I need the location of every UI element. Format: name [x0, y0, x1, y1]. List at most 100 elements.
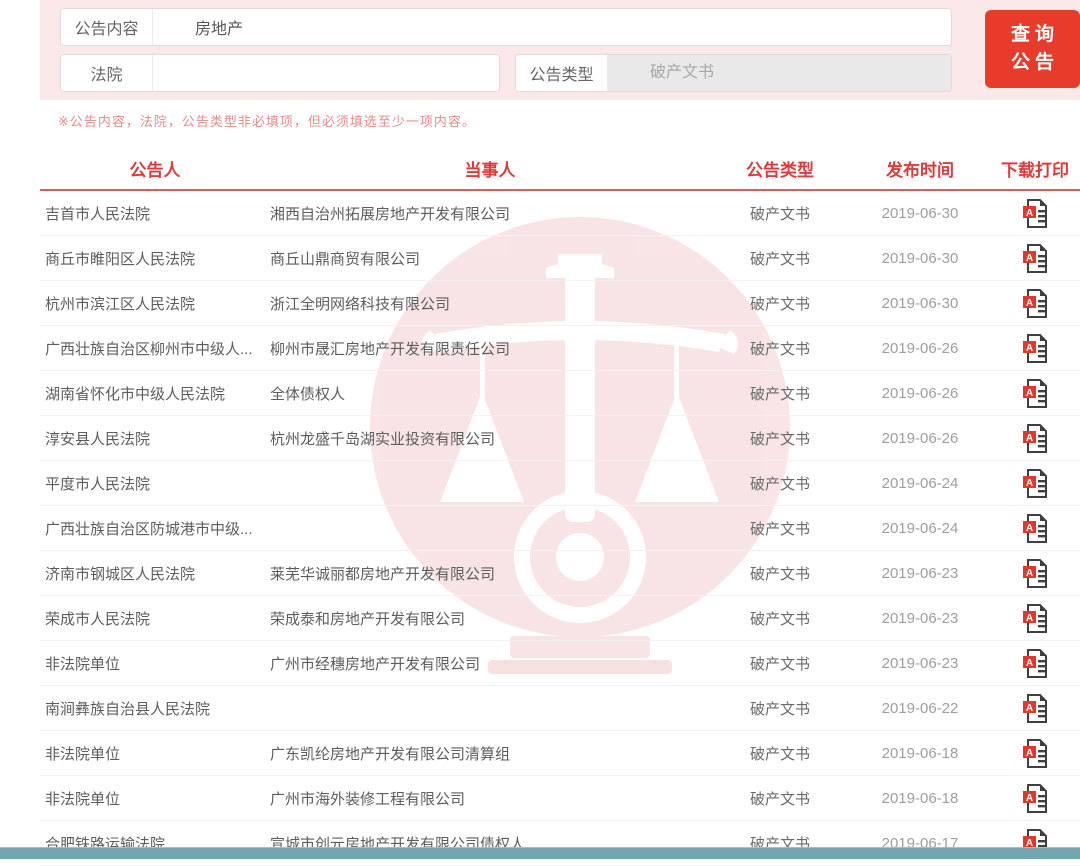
table-row: 吉首市人民法院 湘西自治州拓展房地产开发有限公司 破产文书 2019-06-30… [40, 191, 1080, 236]
pdf-download-icon[interactable]: A [1022, 288, 1049, 319]
row-court: 平度市人民法院 [45, 475, 151, 493]
row-date: 2019-06-30 [881, 294, 959, 312]
pdf-download-icon[interactable]: A [1022, 513, 1049, 544]
announcement-table: 公告人 当事人 公告类型 发布时间 下载打印 吉首市人民法院 湘西自治州拓展房地… [40, 147, 1080, 866]
table-row: 杭州市滨江区人民法院 浙江全明网络科技有限公司 破产文书 2019-06-30 … [40, 281, 1080, 326]
pdf-download-icon[interactable]: A [1022, 423, 1049, 454]
svg-text:A: A [1025, 613, 1032, 624]
row-type: 破产文书 [749, 565, 810, 583]
type-field-group: 公告类型 [515, 54, 952, 92]
header-download: 下载打印 [1001, 160, 1069, 180]
svg-text:A: A [1025, 298, 1032, 309]
row-type: 破产文书 [749, 475, 810, 493]
court-field-group: 法院 [60, 54, 500, 92]
row-court: 广西壮族自治区柳州市中级人... [45, 340, 253, 358]
row-date: 2019-06-30 [881, 204, 959, 222]
row-type: 破产文书 [749, 430, 810, 448]
row-type: 破产文书 [749, 205, 810, 223]
svg-text:A: A [1025, 658, 1032, 669]
row-date: 2019-06-23 [881, 564, 959, 582]
row-court: 非法院单位 [45, 655, 121, 673]
header-publish-date: 发布时间 [886, 160, 954, 180]
pdf-download-icon[interactable]: A [1022, 333, 1049, 364]
row-type: 破产文书 [749, 655, 810, 673]
pdf-download-icon[interactable]: A [1022, 648, 1049, 679]
row-party: 广州市海外装修工程有限公司 [270, 790, 466, 808]
row-party: 湘西自治州拓展房地产开发有限公司 [270, 205, 511, 223]
search-panel: 公告内容 法院 公告类型 查询 公告 [40, 0, 1080, 100]
table-row: 淳安县人民法院 杭州龙盛千岛湖实业投资有限公司 破产文书 2019-06-26 … [40, 416, 1080, 461]
row-party: 全体债权人 [270, 385, 346, 403]
row-date: 2019-06-18 [881, 744, 959, 762]
row-download-cell: A [990, 693, 1080, 724]
header-announcer: 公告人 [129, 160, 181, 180]
row-court: 吉首市人民法院 [45, 205, 151, 223]
svg-text:A: A [1025, 568, 1032, 579]
row-party: 莱芜华诚丽都房地产开发有限公司 [270, 565, 496, 583]
pdf-download-icon[interactable]: A [1022, 198, 1049, 229]
court-input[interactable] [153, 55, 499, 91]
query-button-line1: 查询 [1010, 24, 1059, 45]
svg-text:A: A [1025, 388, 1032, 399]
table-row: 广西壮族自治区防城港市中级... 破产文书 2019-06-24 A [40, 506, 1080, 551]
svg-text:A: A [1025, 748, 1032, 759]
pdf-download-icon[interactable]: A [1022, 693, 1049, 724]
row-court: 荣成市人民法院 [45, 610, 151, 628]
row-date: 2019-06-26 [881, 339, 959, 357]
announcement-type-input[interactable] [608, 55, 951, 91]
row-type: 破产文书 [749, 295, 810, 313]
pdf-download-icon[interactable]: A [1022, 378, 1049, 409]
row-date: 2019-06-26 [881, 429, 959, 447]
pdf-download-icon[interactable]: A [1022, 738, 1049, 769]
table-row: 荣成市人民法院 荣成泰和房地产开发有限公司 破产文书 2019-06-23 A [40, 596, 1080, 641]
pdf-download-icon[interactable]: A [1022, 558, 1049, 589]
header-type: 公告类型 [746, 160, 814, 180]
row-date: 2019-06-26 [881, 384, 959, 402]
row-download-cell: A [990, 288, 1080, 319]
row-party: 荣成泰和房地产开发有限公司 [270, 610, 466, 628]
pdf-download-icon[interactable]: A [1022, 468, 1049, 499]
svg-text:A: A [1025, 253, 1032, 264]
row-download-cell: A [990, 378, 1080, 409]
pdf-download-icon[interactable]: A [1022, 783, 1049, 814]
table-row: 广西壮族自治区柳州市中级人... 柳州市晟汇房地产开发有限责任公司 破产文书 2… [40, 326, 1080, 371]
row-date: 2019-06-18 [881, 789, 959, 807]
type-field-label: 公告类型 [516, 55, 608, 91]
row-download-cell: A [990, 243, 1080, 274]
row-type: 破产文书 [749, 340, 810, 358]
row-type: 破产文书 [749, 250, 810, 268]
row-court: 南涧彝族自治县人民法院 [45, 700, 211, 718]
bottom-bar [0, 847, 1080, 859]
row-type: 破产文书 [749, 610, 810, 628]
pdf-download-icon[interactable]: A [1022, 243, 1049, 274]
row-party: 广东凯纶房地产开发有限公司清算组 [270, 745, 511, 763]
row-date: 2019-06-24 [881, 519, 959, 537]
row-download-cell: A [990, 648, 1080, 679]
row-court: 湖南省怀化市中级人民法院 [45, 385, 226, 403]
table-row: 湖南省怀化市中级人民法院 全体债权人 破产文书 2019-06-26 A [40, 371, 1080, 416]
table-body: 吉首市人民法院 湘西自治州拓展房地产开发有限公司 破产文书 2019-06-30… [40, 191, 1080, 866]
row-court: 济南市钢城区人民法院 [45, 565, 196, 583]
row-download-cell: A [990, 468, 1080, 499]
row-date: 2019-06-24 [881, 474, 959, 492]
row-date: 2019-06-23 [881, 654, 959, 672]
table-row: 南涧彝族自治县人民法院 破产文书 2019-06-22 A [40, 686, 1080, 731]
svg-text:A: A [1025, 208, 1032, 219]
pdf-download-icon[interactable]: A [1022, 603, 1049, 634]
content-field-group: 公告内容 [60, 8, 952, 46]
table-row: 非法院单位 广东凯纶房地产开发有限公司清算组 破产文书 2019-06-18 A [40, 731, 1080, 776]
row-download-cell: A [990, 783, 1080, 814]
announcement-content-input[interactable] [153, 9, 951, 45]
row-party: 广州市经穗房地产开发有限公司 [270, 655, 481, 673]
row-court: 淳安县人民法院 [45, 430, 151, 448]
row-court: 非法院单位 [45, 790, 121, 808]
query-announcement-button[interactable]: 查询 公告 [985, 10, 1080, 88]
row-download-cell: A [990, 603, 1080, 634]
svg-text:A: A [1025, 793, 1032, 804]
svg-text:A: A [1025, 433, 1032, 444]
table-row: 商丘市睢阳区人民法院 商丘山鼎商贸有限公司 破产文书 2019-06-30 A [40, 236, 1080, 281]
row-download-cell: A [990, 423, 1080, 454]
content-field-label: 公告内容 [61, 9, 153, 45]
row-type: 破产文书 [749, 745, 810, 763]
row-download-cell: A [990, 558, 1080, 589]
